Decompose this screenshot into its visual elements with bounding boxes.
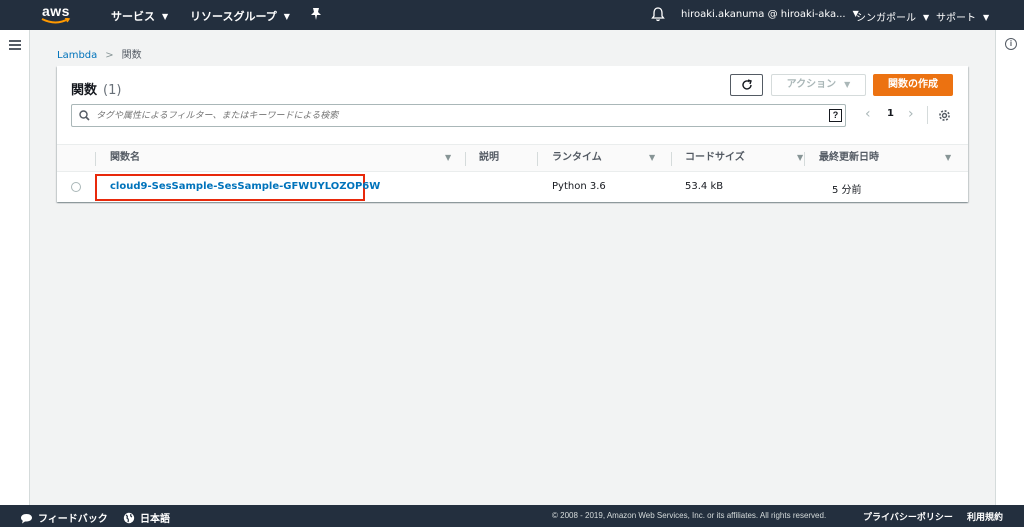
row-select-radio[interactable] bbox=[71, 182, 81, 192]
column-header-description[interactable]: 説明 bbox=[479, 145, 499, 173]
info-icon[interactable]: i bbox=[1005, 38, 1017, 50]
breadcrumb-current: 関数 bbox=[121, 50, 142, 61]
actions-button-label: アクション bbox=[786, 79, 837, 90]
panel-title-text: 関数 bbox=[71, 83, 98, 98]
functions-panel: 関数 (1) アクション ▼ 関数の作成 ? ‹ 1 › 関数名 ▼ bbox=[57, 66, 968, 202]
column-header-label: コードサイズ bbox=[685, 152, 745, 163]
column-divider bbox=[804, 152, 805, 166]
services-menu-label: サービス bbox=[111, 10, 155, 23]
chevron-down-icon: ▼ bbox=[983, 13, 990, 22]
column-divider bbox=[465, 152, 466, 166]
function-count: (1) bbox=[103, 83, 122, 98]
breadcrumb-lambda-link[interactable]: Lambda bbox=[57, 50, 97, 61]
pin-icon[interactable] bbox=[310, 7, 322, 24]
terms-of-use-link[interactable]: 利用規約 bbox=[967, 510, 1003, 523]
hamburger-menu-icon[interactable] bbox=[9, 40, 21, 50]
create-function-button[interactable]: 関数の作成 bbox=[873, 74, 953, 96]
actions-button[interactable]: アクション ▼ bbox=[771, 74, 866, 96]
aws-logo[interactable]: aws bbox=[40, 3, 76, 26]
current-page-number[interactable]: 1 bbox=[887, 108, 894, 119]
top-navigation-bar: aws サービス ▼ リソースグループ ▼ hiroaki.akanuma @ hi… bbox=[0, 0, 1024, 30]
column-header-label: ランタイム bbox=[552, 152, 602, 163]
column-header-label: 説明 bbox=[479, 152, 499, 163]
column-header-last-modified[interactable]: 最終更新日時 ▼ bbox=[819, 145, 957, 173]
function-name-link[interactable]: cloud9-SesSample-SesSample-GFWUYLOZOP6W bbox=[95, 174, 380, 201]
search-icon bbox=[79, 110, 90, 121]
divider bbox=[927, 106, 928, 124]
services-menu[interactable]: サービス ▼ bbox=[111, 8, 168, 24]
notification-bell-icon[interactable] bbox=[651, 7, 665, 25]
table-header: 関数名 ▼ 説明 ランタイム ▼ コードサイズ ▼ 最終更新日時 ▼ bbox=[57, 144, 968, 172]
next-page-icon[interactable]: › bbox=[908, 106, 914, 122]
chevron-down-icon: ▼ bbox=[283, 12, 290, 21]
column-divider bbox=[537, 152, 538, 166]
chevron-down-icon: ▼ bbox=[923, 13, 930, 22]
panel-title: 関数 (1) bbox=[71, 79, 121, 98]
left-side-rail bbox=[0, 30, 30, 505]
refresh-icon bbox=[741, 79, 752, 90]
chevron-right-icon: > bbox=[105, 50, 114, 61]
aws-logo-text: aws bbox=[42, 3, 70, 19]
column-header-runtime[interactable]: ランタイム ▼ bbox=[552, 145, 660, 173]
help-icon[interactable]: ? bbox=[829, 109, 842, 122]
column-header-function-name[interactable]: 関数名 ▼ bbox=[110, 145, 464, 173]
breadcrumb: Lambda > 関数 bbox=[57, 46, 142, 61]
chevron-down-icon: ▼ bbox=[844, 80, 851, 89]
column-header-label: 最終更新日時 bbox=[819, 152, 879, 163]
sort-icon[interactable]: ▼ bbox=[797, 145, 803, 171]
previous-page-icon[interactable]: ‹ bbox=[865, 106, 871, 122]
refresh-button[interactable] bbox=[730, 74, 763, 96]
account-menu[interactable]: hiroaki.akanuma @ hiroaki-aka... ▼ bbox=[681, 9, 859, 20]
column-divider bbox=[671, 152, 672, 166]
search-input[interactable] bbox=[96, 107, 816, 124]
support-menu-label: サポート bbox=[936, 13, 976, 24]
resource-groups-menu[interactable]: リソースグループ ▼ bbox=[190, 8, 290, 24]
aws-smile-icon bbox=[41, 18, 71, 24]
account-menu-label: hiroaki.akanuma @ hiroaki-aka... bbox=[681, 9, 846, 20]
function-code-size: 53.4 kB bbox=[685, 181, 724, 192]
table-row[interactable]: cloud9-SesSample-SesSample-GFWUYLOZOP6W … bbox=[57, 172, 968, 202]
resource-groups-menu-label: リソースグループ bbox=[190, 10, 277, 23]
speech-bubble-icon bbox=[21, 514, 32, 524]
sort-icon[interactable]: ▼ bbox=[445, 145, 451, 171]
privacy-policy-link[interactable]: プライバシーポリシー bbox=[863, 510, 953, 523]
chevron-down-icon: ▼ bbox=[162, 12, 169, 21]
column-divider bbox=[95, 152, 96, 166]
gear-icon[interactable] bbox=[938, 107, 951, 126]
search-filter: ? bbox=[71, 104, 846, 127]
function-runtime: Python 3.6 bbox=[552, 181, 606, 192]
feedback-label: フィードバック bbox=[38, 514, 108, 525]
column-header-code-size[interactable]: コードサイズ ▼ bbox=[685, 145, 809, 173]
feedback-link[interactable]: フィードバック bbox=[20, 510, 108, 525]
region-menu-label: シンガポール bbox=[856, 13, 916, 24]
support-menu[interactable]: サポート ▼ bbox=[936, 9, 989, 24]
language-selector[interactable]: 日本語 bbox=[123, 510, 170, 525]
language-label: 日本語 bbox=[140, 514, 170, 525]
copyright-text: © 2008 - 2019, Amazon Web Services, Inc.… bbox=[552, 511, 827, 520]
column-header-label: 関数名 bbox=[110, 152, 140, 163]
right-side-rail: i bbox=[995, 30, 1024, 505]
globe-icon bbox=[123, 512, 135, 524]
sort-icon[interactable]: ▼ bbox=[649, 145, 655, 171]
region-menu[interactable]: シンガポール ▼ bbox=[856, 9, 929, 24]
function-last-modified: 5 分前 bbox=[832, 185, 862, 196]
footer-bar: フィードバック 日本語 © 2008 - 2019, Amazon Web Se… bbox=[0, 505, 1024, 527]
sort-icon[interactable]: ▼ bbox=[945, 145, 951, 171]
